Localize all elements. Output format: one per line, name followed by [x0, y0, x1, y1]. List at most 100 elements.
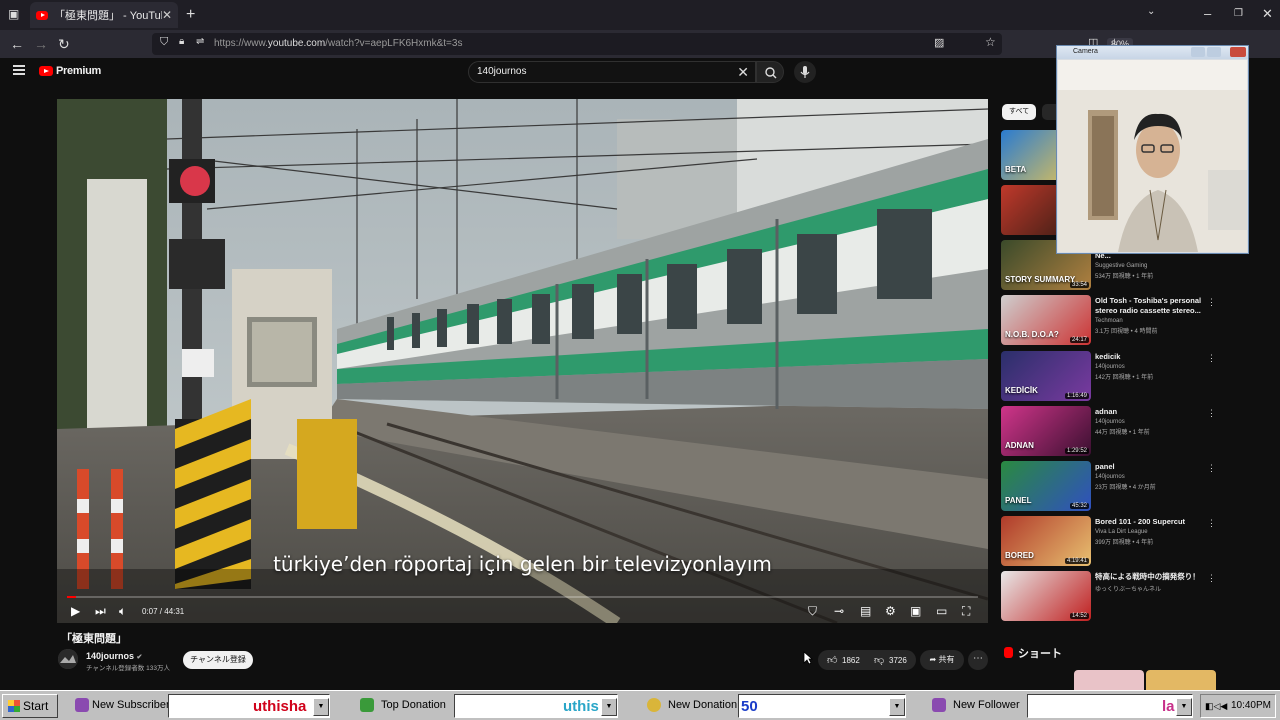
recommendation-meta: 23万 回視聴 • 4 か月前 [1095, 485, 1156, 491]
recommendation-title[interactable]: panel [1095, 462, 1205, 472]
recommendation-thumbnail[interactable]: N.O.B. D.O.A? 24:17 [1001, 295, 1091, 345]
recommendation-channel[interactable]: Suggestive Gaming [1095, 263, 1147, 269]
search-button[interactable] [756, 61, 784, 83]
recommendation-meta: 399万 回視聴 • 4 年前 [1095, 540, 1154, 546]
recommendation-item[interactable]: N.O.B. D.O.A? 24:17 Old Tosh - Toshiba's p… [1001, 295, 1221, 345]
short-thumbnail[interactable] [1146, 670, 1216, 690]
lock-icon[interactable]: 🔒︎ [179, 36, 184, 47]
sponsor-shield-icon[interactable]: ⛉ [808, 604, 817, 619]
tab-overflow-icon[interactable]: ⌄ [1147, 6, 1155, 17]
recommendation-item[interactable]: KEDİCİK 1:16:49 kedicik 140journos 142万 回視聴 … [1001, 351, 1221, 401]
camera-window[interactable]: Camera [1056, 45, 1249, 254]
camera-maximize-icon[interactable] [1207, 47, 1221, 57]
back-icon[interactable]: ← [10, 36, 24, 52]
video-progress-bar[interactable] [67, 596, 978, 598]
camera-close-icon[interactable] [1230, 47, 1246, 57]
new-donation-label: New Donation [668, 699, 738, 711]
browser-tab[interactable]: 「極東問題」 - YouTube ✕ [30, 2, 178, 28]
start-button[interactable]: Start [2, 694, 58, 718]
recommendation-channel[interactable]: 140journos [1095, 419, 1125, 425]
kebab-menu-icon[interactable]: ⋮ [1207, 518, 1216, 529]
youtube-premium-logo[interactable]: Premium [39, 65, 101, 77]
close-tab-icon[interactable]: ✕ [162, 8, 172, 22]
recommendation-item[interactable]: ADNAN 1:29:52 adnan 140journos 44万 回視聴 • 1 年… [1001, 406, 1221, 456]
minimize-icon[interactable]: – [1204, 6, 1211, 21]
more-actions-button[interactable]: ⋯ [968, 650, 988, 670]
volume-icon[interactable]: 🔈︎ [119, 604, 126, 619]
search-box[interactable]: ✕ [468, 61, 756, 83]
recommendation-channel[interactable]: Techmoan [1095, 318, 1123, 324]
voice-search-button[interactable] [794, 61, 816, 83]
kebab-menu-icon[interactable]: ⋮ [1207, 408, 1216, 419]
close-window-icon[interactable]: ✕ [1262, 6, 1273, 22]
dropdown-arrow-icon[interactable]: ▼ [313, 698, 329, 716]
tab-list-icon[interactable]: ▣ [8, 7, 19, 21]
like-icon[interactable]: 👍︎ [827, 654, 837, 666]
subtitles-icon[interactable]: ▤ [860, 604, 871, 618]
subscribe-button[interactable]: チャンネル登録 [183, 651, 253, 669]
recommendation-thumbnail[interactable]: 14:52 [1001, 571, 1091, 621]
kebab-menu-icon[interactable]: ⋮ [1207, 463, 1216, 474]
recommendation-item[interactable]: BORED 4:19:41 Bored 101 - 200 Supercut Viva… [1001, 516, 1221, 566]
play-icon[interactable]: ▶ [71, 604, 80, 618]
miniplayer-icon[interactable]: ▣ [910, 604, 921, 618]
microphone-icon [800, 66, 810, 78]
dropdown-arrow-icon[interactable]: ▼ [889, 698, 905, 716]
chip-all[interactable]: すべて [1002, 104, 1037, 120]
settings-gear-icon[interactable]: ⚙ [885, 604, 896, 618]
new-subscriber-label: New Subscriber [92, 699, 170, 711]
hamburger-menu-icon[interactable] [13, 65, 25, 75]
recommendation-channel[interactable]: ゆっくりぶーちゃんネル [1095, 584, 1161, 593]
donation-icon [360, 698, 374, 712]
recommendation-title[interactable]: Old Tosh - Toshiba's personal stereo rad… [1095, 296, 1205, 316]
video-player[interactable]: türkiye’den röportaj için gelen bir tele… [57, 99, 988, 623]
short-thumbnail[interactable] [1074, 670, 1144, 690]
recommendation-title[interactable]: kedicik [1095, 352, 1205, 362]
kebab-menu-icon[interactable]: ⋮ [1207, 573, 1216, 584]
kebab-menu-icon[interactable]: ⋮ [1207, 297, 1216, 308]
reload-icon[interactable]: ↻ [58, 36, 70, 53]
kebab-menu-icon[interactable]: ⋮ [1207, 353, 1216, 364]
new-tab-button[interactable]: + [186, 6, 195, 24]
search-input[interactable] [477, 66, 727, 77]
recommendation-thumbnail[interactable]: BORED 4:19:41 [1001, 516, 1091, 566]
recommendation-channel[interactable]: 140journos [1095, 474, 1125, 480]
maximize-icon[interactable]: ❐ [1234, 8, 1243, 19]
permissions-icon[interactable]: ⇌ [196, 36, 204, 47]
recommendation-item[interactable]: PANEL 45:32 panel 140journos 23万 回視聴 • 4 か月前… [1001, 461, 1221, 511]
dislike-icon[interactable]: 👎︎ [874, 654, 884, 666]
clear-search-icon[interactable]: ✕ [737, 64, 749, 81]
camera-minimize-icon[interactable] [1191, 47, 1205, 57]
thumbnail-text: BORED [1005, 551, 1034, 560]
autoplay-toggle-icon[interactable]: ⊸ [834, 604, 844, 618]
shield-icon[interactable]: ⛉ [160, 36, 168, 49]
thumbnail-text: N.O.B. D.O.A? [1005, 330, 1059, 339]
video-duration: 24:17 [1069, 337, 1089, 343]
theater-mode-icon[interactable]: ▭ [936, 604, 947, 618]
progress-fill [67, 596, 77, 598]
channel-name[interactable]: 140journos ✔ [86, 651, 142, 661]
picture-icon[interactable]: ▨ [934, 36, 944, 49]
recommendation-channel[interactable]: Viva La Dirt League [1095, 529, 1148, 535]
address-bar[interactable]: ⛉ 🔒︎ ⇌ https://www.youtube.com/watch?v=a… [152, 33, 1134, 55]
recommendation-thumbnail[interactable]: PANEL 45:32 [1001, 461, 1091, 511]
recommendation-channel[interactable]: 140journos [1095, 364, 1125, 370]
video-duration: 1:16:49 [1064, 393, 1089, 399]
recommendation-thumbnail[interactable]: ADNAN 1:29:52 [1001, 406, 1091, 456]
channel-avatar[interactable] [58, 649, 78, 669]
recommendation-item[interactable]: 14:52 特高による戦時中の摘発祭り！ ゆっくりぶーちゃんネル ⋮ [1001, 571, 1221, 621]
like-count[interactable]: 1862 [842, 656, 860, 665]
new-donation-box: 50 ▼ [738, 694, 906, 718]
recommendation-title[interactable]: adnan [1095, 407, 1205, 417]
recommendation-thumbnail[interactable]: KEDİCİK 1:16:49 [1001, 351, 1091, 401]
fullscreen-icon[interactable]: ⛶ [962, 604, 970, 619]
next-icon[interactable]: ⏭︎ [95, 604, 106, 619]
share-button[interactable]: ➦ 共有 [920, 650, 964, 670]
recommendation-title[interactable]: Bored 101 - 200 Supercut [1095, 517, 1205, 527]
recommendation-title[interactable]: 特高による戦時中の摘発祭り！ [1095, 572, 1205, 582]
dropdown-arrow-icon[interactable]: ▼ [1176, 698, 1192, 716]
bookmark-star-icon[interactable]: ☆ [985, 35, 996, 49]
forward-icon[interactable]: → [34, 36, 48, 52]
dropdown-arrow-icon[interactable]: ▼ [601, 698, 617, 716]
dislike-count[interactable]: 3726 [889, 656, 907, 665]
